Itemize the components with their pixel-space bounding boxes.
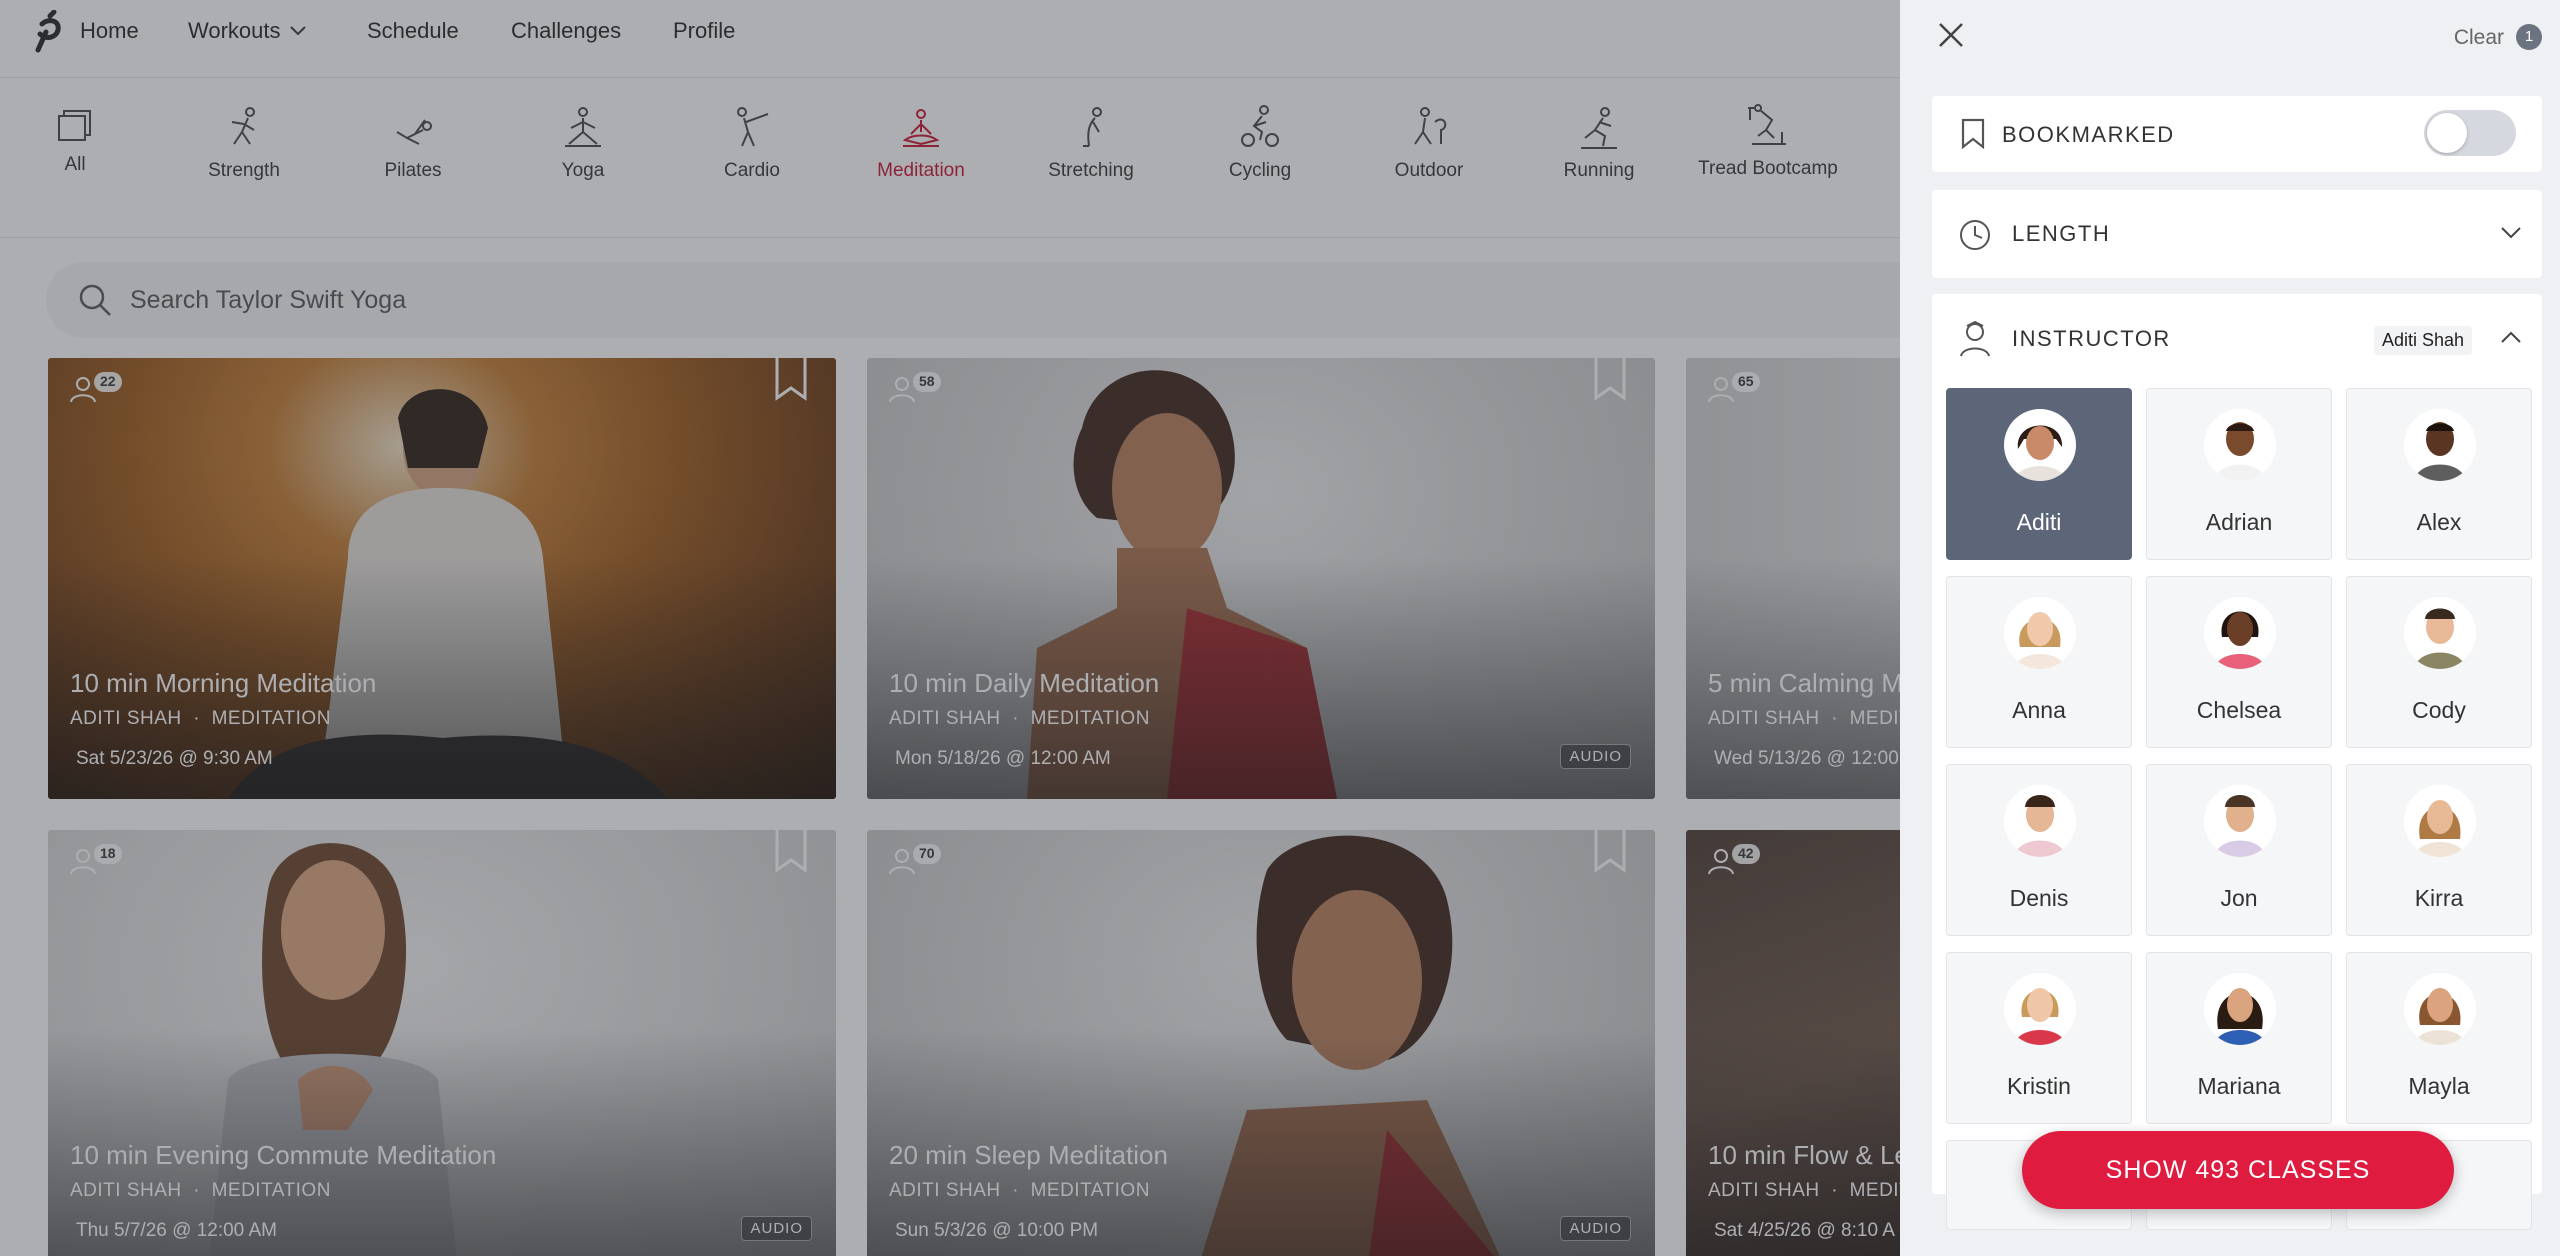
avatar xyxy=(2204,973,2276,1045)
instructor-name: Mariana xyxy=(2197,1073,2281,1099)
clock-icon xyxy=(1960,220,1990,250)
instructor-name: Jon xyxy=(2220,885,2258,911)
instructor-tile-jon[interactable]: Jon xyxy=(2146,764,2332,936)
clear-button[interactable]: Clear xyxy=(2454,26,2504,50)
instructor-name: Aditi xyxy=(2016,509,2062,535)
instructor-name: Kristin xyxy=(2007,1073,2071,1099)
instructor-name: Denis xyxy=(2009,885,2069,911)
avatar xyxy=(2404,409,2476,481)
instructor-name: Adrian xyxy=(2205,509,2273,535)
length-filter[interactable]: LENGTH xyxy=(1932,190,2542,278)
instructor-tile-denis[interactable]: Denis xyxy=(1946,764,2132,936)
avatar xyxy=(2004,785,2076,857)
instructor-tile-aditi[interactable]: Aditi xyxy=(1946,388,2132,560)
filter-panel: Clear 1 BOOKMARKED LENGTH INSTRUCTOR Adi… xyxy=(1900,0,2560,1256)
length-label: LENGTH xyxy=(2012,221,2111,246)
bookmark-icon xyxy=(1961,118,1985,150)
instructor-name: Chelsea xyxy=(2196,697,2282,723)
instructor-name: Alex xyxy=(2416,509,2462,535)
avatar xyxy=(2004,409,2076,481)
instructor-label: INSTRUCTOR xyxy=(2012,326,2171,351)
instructor-tile-adrian[interactable]: Adrian xyxy=(2146,388,2332,560)
instructor-tile-cody[interactable]: Cody xyxy=(2346,576,2532,748)
instructor-selected-chip: Aditi Shah xyxy=(2373,326,2472,355)
avatar xyxy=(2204,409,2276,481)
avatar xyxy=(2204,597,2276,669)
instructor-tile-mariana[interactable]: Mariana xyxy=(2146,952,2332,1124)
show-classes-button[interactable]: SHOW 493 CLASSES xyxy=(2022,1131,2454,1209)
instructor-tile-mayla[interactable]: Mayla xyxy=(2346,952,2532,1124)
instructor-tile-kirra[interactable]: Kirra xyxy=(2346,764,2532,936)
avatar xyxy=(2404,973,2476,1045)
chevron-down-icon xyxy=(2501,227,2521,239)
avatar xyxy=(2404,597,2476,669)
avatar xyxy=(2004,973,2076,1045)
instructor-name: Mayla xyxy=(2408,1073,2470,1099)
bookmarked-toggle[interactable] xyxy=(2424,110,2516,156)
instructor-name: Kirra xyxy=(2414,885,2464,911)
instructor-name: Anna xyxy=(2012,697,2066,723)
instructor-tile-chelsea[interactable]: Chelsea xyxy=(2146,576,2332,748)
bookmarked-label: BOOKMARKED xyxy=(2002,122,2175,147)
avatar xyxy=(2404,785,2476,857)
instructor-icon xyxy=(1960,320,1990,357)
instructor-name: Cody xyxy=(2412,697,2466,723)
instructor-tile-alex[interactable]: Alex xyxy=(2346,388,2532,560)
close-icon[interactable] xyxy=(1936,20,1966,50)
modal-backdrop[interactable] xyxy=(0,0,1900,1256)
bookmarked-filter: BOOKMARKED xyxy=(1932,96,2542,172)
chevron-up-icon[interactable] xyxy=(2500,330,2522,344)
toggle-knob xyxy=(2427,113,2467,153)
avatar xyxy=(2204,785,2276,857)
instructor-tile-anna[interactable]: Anna xyxy=(1946,576,2132,748)
instructor-tile-kristin[interactable]: Kristin xyxy=(1946,952,2132,1124)
clear-count-badge: 1 xyxy=(2516,24,2542,50)
avatar xyxy=(2004,597,2076,669)
